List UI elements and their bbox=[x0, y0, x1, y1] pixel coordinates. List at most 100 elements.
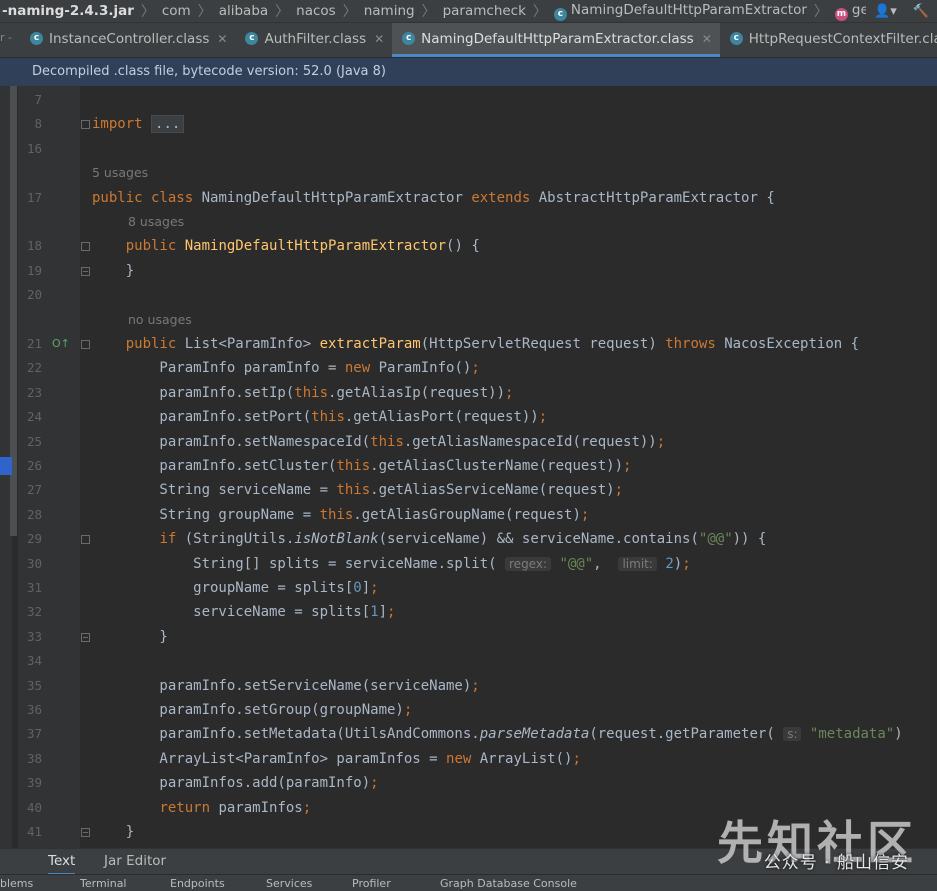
code-text: public NamingDefaultHttpParamExtractor()… bbox=[125, 238, 480, 255]
class-icon: c bbox=[729, 32, 743, 45]
code-line: 8 import ... bbox=[0, 112, 937, 136]
code-text: paramInfo.setNamespaceId(this.getAliasNa… bbox=[92, 433, 666, 450]
code-text: paramInfo.setPort(this.getAliasPort(requ… bbox=[92, 409, 548, 426]
code-line: 21 O↑ public List<ParamInfo> extractPara… bbox=[0, 332, 937, 356]
usages-hint[interactable]: 8 usages bbox=[128, 210, 184, 234]
line-number: 18 bbox=[26, 238, 42, 254]
code-text: groupName = splits[0]; bbox=[92, 580, 379, 596]
line-number: 20 bbox=[26, 287, 42, 303]
fold-icon[interactable] bbox=[81, 340, 90, 349]
breadcrumb-alibaba[interactable]: alibaba bbox=[216, 3, 271, 19]
fold-end-icon[interactable] bbox=[81, 266, 90, 276]
tool-services[interactable]: Services bbox=[266, 877, 312, 890]
user-icon[interactable]: 👤▾ bbox=[866, 4, 905, 19]
tab-auth-filter[interactable]: c AuthFilter.class ✕ bbox=[235, 23, 392, 57]
line-number: 41 bbox=[26, 824, 42, 839]
tab-label: HttpRequestContextFilter.class bbox=[748, 30, 937, 47]
line-number: 33 bbox=[26, 628, 42, 644]
line-number: 26 bbox=[26, 458, 42, 473]
decompiled-banner: Decompiled .class file, bytecode version… bbox=[0, 58, 937, 86]
code-line: 38 ArrayList<ParamInfo> paramInfos = new… bbox=[0, 747, 937, 771]
close-icon[interactable]: ✕ bbox=[702, 32, 712, 46]
code-line: 16 bbox=[0, 137, 937, 161]
breadcrumb-com[interactable]: com bbox=[159, 3, 194, 19]
fold-end-icon[interactable] bbox=[81, 632, 90, 642]
breadcrumb-paramcheck[interactable]: paramcheck bbox=[440, 3, 529, 19]
fold-icon[interactable] bbox=[81, 535, 90, 545]
code-editor[interactable]: 7 8 import ... 16 5 usages 17 public cla… bbox=[0, 86, 937, 848]
code-text: public class NamingDefaultHttpParamExtra… bbox=[92, 189, 775, 206]
line-number: 21 bbox=[26, 336, 42, 351]
code-line: 5 usages bbox=[0, 161, 937, 185]
breadcrumb: -naming-2.4.3.jar 〉 com 〉 alibaba 〉 naco… bbox=[0, 0, 937, 23]
line-number: 8 bbox=[34, 116, 42, 132]
code-text: } bbox=[92, 824, 135, 840]
override-icon[interactable]: O↑ bbox=[52, 337, 70, 350]
tool-graph-database-console[interactable]: Graph Database Console bbox=[440, 877, 577, 890]
chevron-right-icon: 〉 bbox=[140, 4, 155, 20]
tab-http-request-context-filter[interactable]: c HttpRequestContextFilter.class bbox=[720, 23, 937, 57]
chevron-right-icon: 〉 bbox=[275, 4, 290, 20]
code-line: 32 serviceName = splits[1]; bbox=[0, 600, 937, 624]
chevron-right-icon: 〉 bbox=[813, 4, 828, 20]
class-icon: c bbox=[553, 7, 567, 21]
code-text: paramInfo.setCluster(this.getAliasCluste… bbox=[92, 458, 632, 474]
code-text: String[] splits = serviceName.split( reg… bbox=[92, 555, 691, 572]
tool-window-bar: blems Terminal Endpoints Services Profil… bbox=[0, 874, 937, 891]
line-number: 36 bbox=[26, 702, 42, 717]
fold-end-icon[interactable] bbox=[81, 828, 90, 837]
chevron-right-icon: 〉 bbox=[342, 4, 357, 20]
class-icon: c bbox=[245, 32, 259, 45]
class-icon: c bbox=[30, 32, 43, 45]
code-text: paramInfo.setIp(this.getAliasIp(request)… bbox=[92, 384, 514, 401]
tab-jar-editor[interactable]: Jar Editor bbox=[104, 849, 166, 873]
usages-hint[interactable]: no usages bbox=[128, 308, 192, 332]
tab-naming-default-http-param-extractor[interactable]: c NamingDefaultHttpParamExtractor.class … bbox=[392, 23, 720, 57]
tool-problems[interactable]: blems bbox=[0, 877, 33, 890]
fold-icon[interactable] bbox=[81, 242, 90, 252]
close-icon[interactable]: ✕ bbox=[217, 32, 227, 46]
breadcrumb-class[interactable]: c NamingDefaultHttpParamExtractor bbox=[551, 2, 810, 21]
code-text: paramInfos.add(paramInfo); bbox=[92, 775, 379, 792]
hammer-icon[interactable]: 🔨 bbox=[905, 4, 937, 19]
breadcrumb-naming[interactable]: naming bbox=[361, 3, 418, 19]
code-text: ParamInfo paramInfo = new ParamInfo(); bbox=[92, 360, 480, 377]
breadcrumb-jar[interactable]: -naming-2.4.3.jar bbox=[0, 3, 137, 19]
code-line: no usages bbox=[0, 308, 937, 332]
tool-terminal[interactable]: Terminal bbox=[80, 877, 127, 890]
tool-profiler[interactable]: Profiler bbox=[352, 877, 391, 890]
code-text: public List<ParamInfo> extractParam(Http… bbox=[125, 336, 860, 352]
code-line: 23 paramInfo.setIp(this.getAliasIp(reque… bbox=[0, 381, 937, 405]
tab-instance-controller[interactable]: c InstanceController.class ✕ bbox=[20, 23, 235, 57]
tab-text[interactable]: Text bbox=[48, 849, 76, 876]
tab-label: NamingDefaultHttpParamExtractor.class bbox=[421, 30, 694, 47]
line-number: 16 bbox=[26, 140, 42, 156]
code-line: 22 ParamInfo paramInfo = new ParamInfo()… bbox=[0, 356, 937, 380]
code-text: paramInfo.setGroup(groupName); bbox=[92, 702, 413, 718]
line-number: 34 bbox=[26, 653, 42, 669]
tool-endpoints[interactable]: Endpoints bbox=[170, 877, 225, 890]
code-text: } bbox=[92, 262, 135, 279]
code-line: 8 usages bbox=[0, 210, 937, 234]
code-line: 20 bbox=[0, 283, 937, 307]
fold-plus-icon[interactable] bbox=[81, 120, 90, 130]
code-line: 24 paramInfo.setPort(this.getAliasPort(r… bbox=[0, 405, 937, 429]
chevron-right-icon: 〉 bbox=[197, 4, 212, 20]
code-line: 19 } bbox=[0, 259, 937, 283]
code-line: 28 String groupName = this.getAliasGroup… bbox=[0, 503, 937, 527]
breadcrumb-nacos[interactable]: nacos bbox=[293, 3, 339, 19]
code-line: 29 if (StringUtils.isNotBlank(serviceNam… bbox=[0, 527, 937, 551]
usages-hint[interactable]: 5 usages bbox=[92, 161, 148, 185]
code-line: 36 paramInfo.setGroup(groupName); bbox=[0, 698, 937, 722]
code-line: 27 String serviceName = this.getAliasSer… bbox=[0, 478, 937, 502]
code-text: String serviceName = this.getAliasServic… bbox=[92, 482, 624, 499]
code-text: return paramInfos; bbox=[159, 799, 312, 816]
code-line: 31 groupName = splits[0]; bbox=[0, 576, 937, 600]
close-icon[interactable]: ✕ bbox=[374, 32, 384, 46]
line-number: 23 bbox=[26, 384, 42, 400]
line-number: 28 bbox=[26, 506, 42, 522]
param-hint-limit: limit: bbox=[618, 556, 657, 571]
code-line: 18 public NamingDefaultHttpParamExtracto… bbox=[0, 234, 937, 258]
chevron-right-icon: 〉 bbox=[421, 4, 436, 20]
code-text: serviceName = splits[1]; bbox=[92, 604, 396, 621]
